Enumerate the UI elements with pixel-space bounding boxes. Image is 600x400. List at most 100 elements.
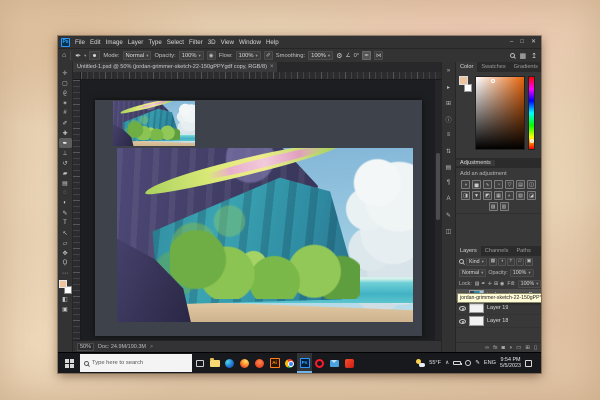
hue-slider[interactable] (528, 76, 535, 150)
filter-pixel-icon[interactable]: ▦ (489, 258, 497, 266)
adjustment-layer-icon[interactable]: ◑ (509, 345, 512, 351)
maximize-button[interactable]: □ (520, 39, 524, 45)
brush-tool[interactable]: ✒ (59, 138, 72, 148)
menu-edit[interactable]: Edit (90, 39, 101, 46)
close-tab-icon[interactable]: × (270, 64, 274, 70)
tab-color[interactable]: Color (456, 62, 477, 72)
search-icon[interactable] (459, 259, 464, 264)
chevron-down-icon[interactable]: ▾ (84, 53, 86, 59)
tab-adjustments[interactable]: Adjustments (456, 160, 495, 166)
properties-icon[interactable]: ≡ (443, 130, 454, 140)
opacity-select[interactable]: 100% ▾ (179, 51, 204, 60)
zoom-level-field[interactable]: 50% (77, 343, 94, 351)
info-icon[interactable]: ⓘ (443, 114, 454, 124)
quick-mask-icon[interactable]: ◧ (59, 294, 72, 304)
chrome-button[interactable] (282, 353, 297, 373)
gradient-map-icon[interactable]: ▥ (500, 202, 509, 211)
lock-artboard-icon[interactable]: ⊞ (494, 281, 498, 287)
tab-swatches[interactable]: Swatches (477, 62, 509, 72)
close-button[interactable]: ✕ (531, 39, 536, 45)
brightness-contrast-icon[interactable]: ◑ (461, 180, 470, 189)
levels-icon[interactable]: ▅ (472, 180, 481, 189)
weather-temperature[interactable]: 55°F (429, 360, 441, 366)
clone-stamp-tool[interactable]: ⊥ (59, 148, 72, 158)
firefox-button[interactable] (237, 353, 252, 373)
color-balance-icon[interactable]: ◫ (527, 180, 536, 189)
pen-icon[interactable]: ✎ (475, 360, 480, 366)
hand-tool[interactable]: ✥ (59, 248, 72, 258)
minimize-button[interactable]: – (510, 39, 513, 45)
exposure-icon[interactable]: ◔ (494, 180, 503, 189)
foreground-color-swatch[interactable] (59, 280, 67, 288)
photoshop-button[interactable]: Ps (297, 353, 312, 373)
share-icon[interactable]: ↥ (531, 52, 537, 60)
menu-filter[interactable]: Filter (189, 39, 203, 46)
layer-effects-icon[interactable]: fx (493, 345, 497, 351)
lock-position-icon[interactable]: ✛ (488, 281, 492, 287)
artwork-canvas[interactable] (117, 148, 413, 322)
gradient-tool[interactable]: ▤ (59, 178, 72, 188)
file-explorer-button[interactable] (207, 353, 222, 373)
expand-panels-icon[interactable]: » (443, 66, 454, 76)
character-icon[interactable]: A (443, 194, 454, 204)
posterize-icon[interactable]: ▧ (516, 191, 525, 200)
menu-type[interactable]: Type (148, 39, 161, 46)
flow-select[interactable]: 100% ▾ (236, 51, 261, 60)
delete-layer-icon[interactable]: ▯ (534, 345, 537, 351)
layer-opacity-select[interactable]: 100% ▾ (510, 269, 534, 277)
export-icon[interactable]: ▤ (443, 162, 454, 172)
document-tab[interactable]: Untitled-1.psd @ 50% (jordan-grimmer-ske… (73, 62, 277, 72)
battery-icon[interactable] (453, 361, 461, 365)
brush-tool-icon[interactable]: ✒ (75, 52, 81, 60)
pressure-size-toggle[interactable]: ✒ (362, 51, 371, 60)
eyedropper-tool[interactable]: ✐ (59, 118, 72, 128)
shape-tool[interactable]: ▱ (59, 238, 72, 248)
toolbar-more[interactable]: ⋯ (59, 268, 72, 278)
crop-tool[interactable]: # (59, 108, 72, 118)
menu-layer[interactable]: Layer (128, 39, 143, 46)
opera-button[interactable] (312, 353, 327, 373)
histogram-icon[interactable]: ⊞ (443, 98, 454, 108)
angle-value[interactable]: 0° (354, 53, 360, 59)
document-canvas[interactable] (95, 100, 422, 336)
taskbar-clock[interactable]: 9:54 PM 5/5/2023 (500, 357, 521, 369)
lock-pixels-icon[interactable]: ✒ (481, 281, 485, 287)
fill-select[interactable]: 100% ▾ (518, 280, 541, 288)
menu-help[interactable]: Help (266, 39, 279, 46)
opera-gx-button[interactable] (342, 353, 357, 373)
saturation-brightness-picker[interactable] (475, 76, 525, 150)
hue-slider-marker[interactable] (530, 139, 534, 143)
taskbar-search-input[interactable]: Type here to search (80, 354, 192, 372)
layer-mask-icon[interactable]: ◙ (502, 345, 505, 351)
layer-row[interactable]: Layer 18 (456, 315, 541, 328)
libraries-icon[interactable]: ▸ (443, 82, 454, 92)
vertical-scrollbar[interactable] (435, 80, 441, 340)
selective-color-icon[interactable]: ▨ (489, 202, 498, 211)
menu-image[interactable]: Image (106, 39, 123, 46)
brush-preset-picker[interactable] (89, 51, 100, 60)
channel-mixer-icon[interactable]: ◩ (483, 191, 492, 200)
lock-all-icon[interactable]: ◉ (500, 281, 504, 287)
clipboard-icon[interactable]: ◫ (443, 226, 454, 236)
foreground-color-swatch[interactable] (459, 76, 468, 85)
weather-icon[interactable] (416, 359, 425, 367)
edge-button[interactable] (222, 353, 237, 373)
symmetry-toggle[interactable]: ⋈ (374, 51, 383, 60)
mail-button[interactable] (327, 353, 342, 373)
visibility-eye-icon[interactable] (459, 319, 466, 324)
dodge-tool[interactable]: ◐ (59, 198, 72, 208)
curves-icon[interactable]: ∿ (483, 180, 492, 189)
layer-thumbnail[interactable] (469, 303, 484, 313)
filter-smart-object-icon[interactable]: ▣ (525, 258, 533, 266)
filter-kind-select[interactable]: Kind ▾ (466, 258, 487, 266)
airbrush-toggle[interactable]: ✐ (264, 51, 273, 60)
tray-chevron-up-icon[interactable]: ∧ (445, 360, 449, 366)
blur-tool[interactable]: ◌ (59, 188, 72, 198)
task-view-button[interactable] (192, 353, 207, 373)
status-chevron-icon[interactable]: > (150, 344, 153, 350)
home-icon[interactable]: ⌂ (62, 52, 66, 59)
type-tool[interactable]: T (59, 218, 72, 228)
filter-shape-icon[interactable]: ▱ (516, 258, 524, 266)
gear-icon[interactable]: ⚙ (336, 52, 342, 60)
brave-button[interactable] (252, 353, 267, 373)
